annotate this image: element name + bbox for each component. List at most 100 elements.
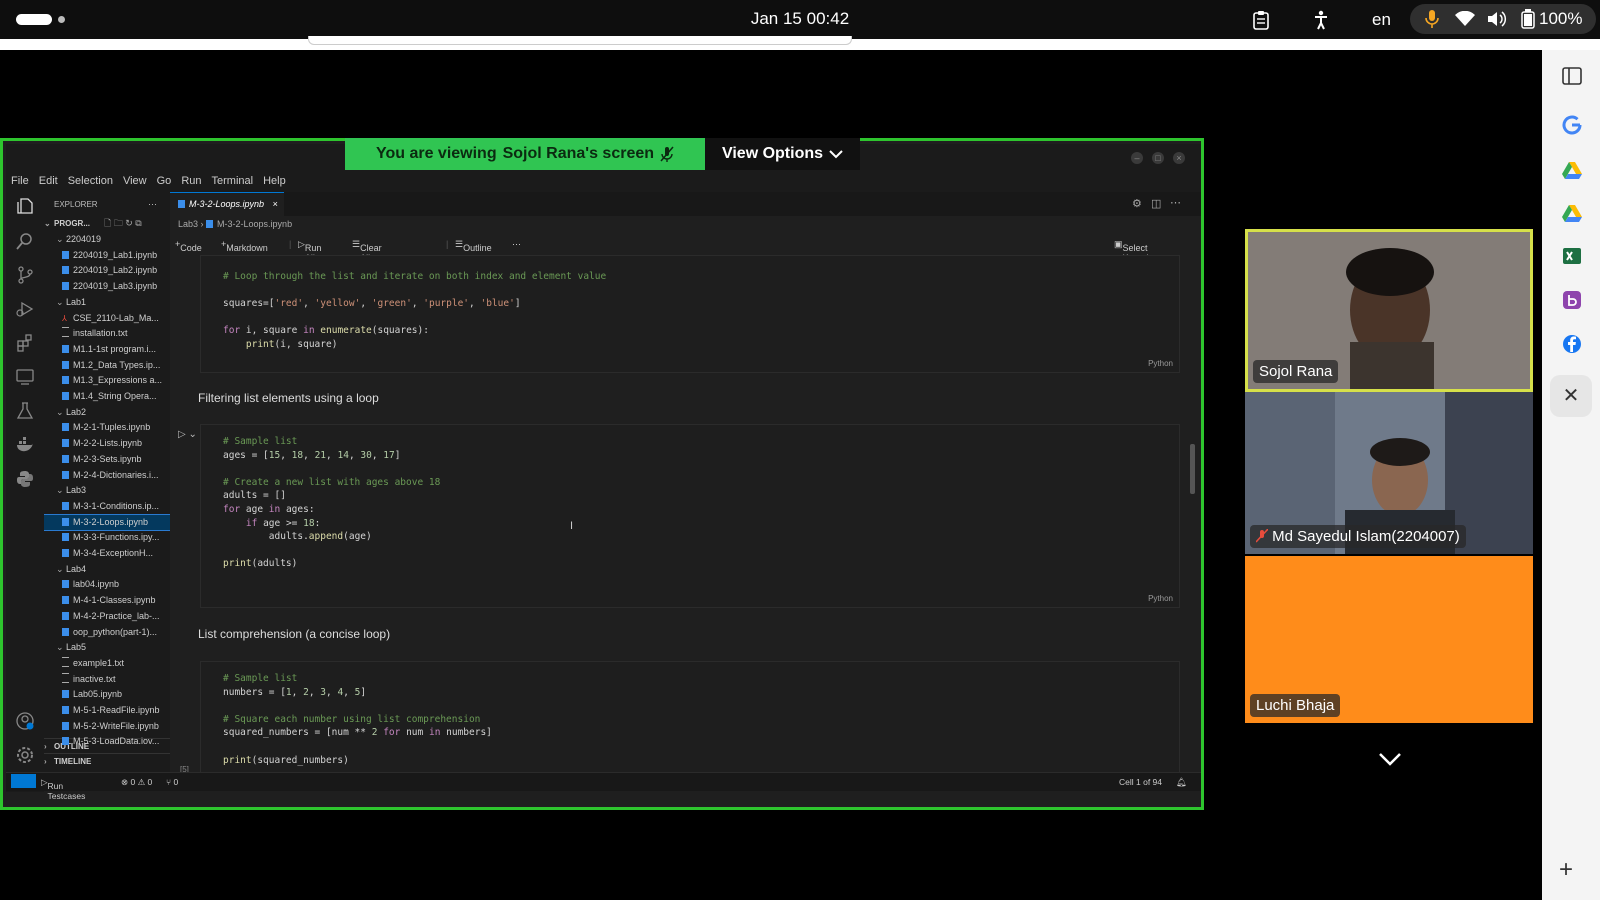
timeline-section[interactable]: › TIMELINE <box>44 753 170 769</box>
menu-go[interactable]: Go <box>152 172 177 192</box>
tree-file[interactable]: 2204019_Lab3.ipynb <box>44 279 170 294</box>
python-icon[interactable] <box>16 470 34 488</box>
app-b-icon[interactable] <box>1562 290 1582 310</box>
testing-icon[interactable] <box>16 402 34 420</box>
close-panel-button[interactable]: ✕ <box>1550 375 1592 417</box>
search-icon[interactable] <box>16 232 34 250</box>
docker-icon[interactable] <box>16 436 34 454</box>
tree-file[interactable]: M-2-1-Tuples.ipynb <box>44 420 170 435</box>
google-drive-icon[interactable] <box>1562 203 1582 223</box>
toolbar-more-icon[interactable]: ⋯ <box>512 239 521 250</box>
tree-file[interactable]: lab04.ipynb <box>44 577 170 592</box>
tree-file[interactable]: installation.txt <box>44 326 170 341</box>
code-text[interactable]: # Sample list ages = [15, 18, 21, 14, 30… <box>223 435 440 571</box>
code-text[interactable]: # Sample list numbers = [1, 2, 3, 4, 5] … <box>223 672 492 767</box>
view-options-button[interactable]: View Options <box>705 138 860 170</box>
excel-icon[interactable] <box>1562 246 1582 266</box>
ports-indicator[interactable]: ⑂ 0 <box>166 777 178 787</box>
tree-file[interactable]: M-3-4-ExceptionH... <box>44 546 170 561</box>
code-cell-filter[interactable]: # Sample list ages = [15, 18, 21, 14, 30… <box>200 424 1180 608</box>
code-text[interactable]: # Loop through the list and iterate on b… <box>223 270 606 352</box>
source-control-icon[interactable] <box>16 266 34 284</box>
remote-explorer-icon[interactable] <box>16 368 34 386</box>
menu-run[interactable]: Run <box>176 172 206 192</box>
tree-file[interactable]: M-2-3-Sets.ipynb <box>44 452 170 467</box>
close-window-icon[interactable]: × <box>1173 152 1185 164</box>
tree-file[interactable]: M1.3_Expressions a... <box>44 373 170 388</box>
google-drive-icon[interactable] <box>1562 160 1582 180</box>
markdown-cell-comprehension[interactable]: List comprehension (a concise loop) <box>198 627 390 641</box>
participant-tile-sojol[interactable]: Sojol Rana <box>1245 229 1533 392</box>
language-indicator[interactable]: en <box>1372 10 1391 30</box>
participant-tile-luchi[interactable]: Luchi Bhaja <box>1245 556 1533 723</box>
markdown-cell-filtering[interactable]: Filtering list elements using a loop <box>198 391 379 405</box>
tree-folder[interactable]: ⌄ Lab5 <box>44 640 170 655</box>
menu-edit[interactable]: Edit <box>34 172 63 192</box>
tree-folder[interactable]: ⌄ Lab4 <box>44 562 170 577</box>
tree-file[interactable]: oop_python(part-1)... <box>44 625 170 640</box>
menu-selection[interactable]: Selection <box>63 172 118 192</box>
maximize-icon[interactable]: □ <box>1152 152 1164 164</box>
tree-file[interactable]: 2204019_Lab1.ipynb <box>44 248 170 263</box>
editor-scrollbar[interactable] <box>1190 444 1195 494</box>
tree-folder[interactable]: ⌄ Lab1 <box>44 295 170 310</box>
outline-button[interactable]: ☰ Outline <box>455 239 492 253</box>
add-code-cell-button[interactable]: + Code <box>175 239 202 253</box>
tree-file[interactable]: M-2-4-Dictionaries.i... <box>44 468 170 483</box>
clear-outputs-button[interactable]: ☰ Clear All Outputs <box>352 239 392 273</box>
tree-folder[interactable]: ⌄ Lab3 <box>44 483 170 498</box>
remote-indicator-button[interactable] <box>11 774 36 788</box>
tree-file[interactable]: M-2-2-Lists.ipynb <box>44 436 170 451</box>
tree-file[interactable]: M-4-2-Practice_lab-... <box>44 609 170 624</box>
code-cell-enumerate[interactable]: # Loop through the list and iterate on b… <box>200 255 1180 373</box>
menu-view[interactable]: View <box>118 172 152 192</box>
run-debug-icon[interactable] <box>16 300 34 318</box>
address-bar-edge[interactable] <box>308 36 852 45</box>
tree-file[interactable]: M1.2_Data Types.ip... <box>44 358 170 373</box>
close-tab-icon[interactable]: × <box>273 199 278 209</box>
extensions-icon[interactable] <box>16 334 34 352</box>
code-cell-comprehension[interactable]: # Sample list numbers = [1, 2, 3, 4, 5] … <box>200 661 1180 781</box>
tree-file[interactable]: inactive.txt <box>44 672 170 687</box>
facebook-icon[interactable] <box>1562 334 1582 354</box>
tree-file[interactable]: M-5-1-ReadFile.ipynb <box>44 703 170 718</box>
google-icon[interactable] <box>1562 115 1582 135</box>
breadcrumb[interactable]: Lab3 › M-3-2-Loops.ipynb <box>178 219 292 229</box>
split-editor-icon[interactable]: ◫ <box>1151 197 1161 210</box>
run-testcases-button[interactable]: ▷ Run Testcases <box>41 777 85 801</box>
clipboard-icon[interactable] <box>1253 10 1269 30</box>
tree-file[interactable]: M-5-3-LoadData.iov... <box>44 734 170 749</box>
tree-file[interactable]: M1.1-1st program.i... <box>44 342 170 357</box>
add-app-button[interactable]: + <box>1559 856 1573 884</box>
tree-folder[interactable]: ⌄ Lab2 <box>44 405 170 420</box>
tree-file[interactable]: ⅄ CSE_2110-Lab_Ma... <box>44 311 170 326</box>
cell-language[interactable]: Python <box>1148 359 1173 368</box>
tree-file[interactable]: M-3-3-Functions.ipy... <box>44 530 170 545</box>
tree-file[interactable]: Lab05.ipynb <box>44 687 170 702</box>
cell-language[interactable]: Python <box>1148 594 1173 603</box>
more-actions-icon[interactable]: ⋯ <box>148 197 168 212</box>
run-cell-icon[interactable]: ▷ ⌄ <box>178 429 197 440</box>
notifications-bell-icon[interactable]: 🔔︎ <box>1176 777 1187 788</box>
sidebar-toggle-icon[interactable] <box>1562 66 1582 86</box>
accessibility-icon[interactable] <box>1313 10 1329 30</box>
cell-position[interactable]: Cell 1 of 94 <box>1119 777 1162 787</box>
tree-file[interactable]: M-3-1-Conditions.ip... <box>44 499 170 514</box>
menu-file[interactable]: File <box>6 172 34 192</box>
run-all-button[interactable]: ▷ Run All <box>298 239 321 263</box>
tree-folder[interactable]: ⌄ 2204019 <box>44 232 170 247</box>
settings-gear-icon[interactable] <box>16 746 34 764</box>
menu-terminal[interactable]: Terminal <box>207 172 259 192</box>
explorer-actions[interactable]: 🗋 🗀 ↻ ⧉ <box>104 216 170 231</box>
editor-more-icon[interactable]: ⋯ <box>1170 196 1181 209</box>
clock[interactable]: Jan 15 00:42 <box>0 9 1600 29</box>
tab-loops-notebook[interactable]: M-3-2-Loops.ipynb × <box>170 192 284 216</box>
menu-help[interactable]: Help <box>258 172 291 192</box>
account-icon[interactable] <box>16 712 34 730</box>
add-markdown-cell-button[interactable]: + Markdown <box>221 239 268 253</box>
minimize-icon[interactable]: – <box>1131 152 1143 164</box>
select-kernel-button[interactable]: ▣ Select Kernel <box>1114 239 1149 263</box>
notebook-settings-icon[interactable]: ⚙ <box>1132 197 1142 210</box>
tree-file[interactable]: example1.txt <box>44 656 170 671</box>
tree-file[interactable]: M-3-2-Loops.ipynb <box>44 513 170 531</box>
